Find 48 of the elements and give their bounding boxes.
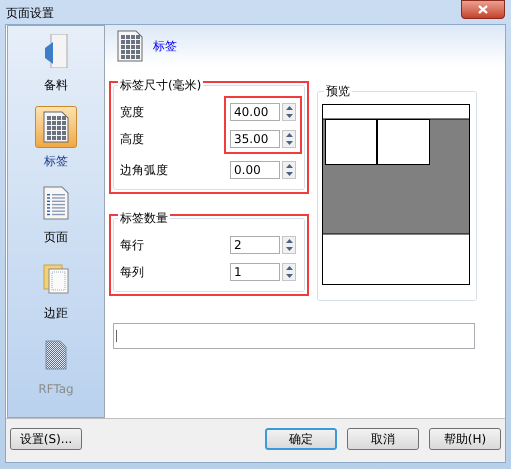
field-label: 每列 (120, 264, 144, 280)
grid-document-icon (43, 111, 69, 143)
up-arrow-icon (286, 266, 292, 270)
group-title: 标签尺寸(毫米) (118, 77, 204, 93)
close-button[interactable] (461, 0, 505, 19)
down-arrow-icon (286, 172, 292, 176)
grid-document-icon (117, 30, 143, 62)
document-icon (43, 186, 69, 220)
checkered-document-icon (45, 340, 67, 370)
field-label: 高度 (120, 130, 144, 148)
page-stack-icon (43, 264, 69, 294)
close-icon (478, 5, 488, 14)
header-title: 标签 (153, 38, 177, 55)
spinner[interactable] (282, 102, 296, 120)
sidebar-item[interactable]: 标签 (21, 106, 91, 176)
spinner[interactable] (282, 160, 296, 178)
down-arrow-icon (286, 274, 292, 278)
number-field[interactable]: 35.00 (230, 130, 280, 148)
window-title: 页面设置 (6, 5, 54, 22)
down-arrow-icon (286, 140, 292, 144)
number-field[interactable]: 2 (230, 236, 280, 254)
field-label: 边角弧度 (120, 162, 168, 178)
spinner[interactable] (282, 262, 296, 280)
dialog-button[interactable]: 设置(S)... (10, 428, 82, 450)
group-title: 标签数量 (118, 210, 170, 226)
down-arrow-icon (286, 114, 292, 118)
field-label: 每行 (120, 236, 144, 254)
group-title: 预览 (324, 83, 352, 99)
sidebar-item[interactable]: 页面 (21, 182, 91, 252)
sidebar-item[interactable]: 边距 (21, 258, 91, 328)
number-field[interactable]: 0.00 (230, 160, 280, 178)
text-cursor (116, 330, 117, 342)
notes-field[interactable] (113, 323, 475, 349)
sidebar-item[interactable]: 备料 (21, 30, 91, 100)
up-arrow-icon (286, 238, 292, 242)
field-label: 宽度 (120, 104, 144, 120)
spinner[interactable] (282, 236, 296, 254)
speaker-icon (43, 34, 69, 68)
up-arrow-icon (286, 106, 292, 110)
dialog-button[interactable]: 帮助(H) (429, 428, 501, 450)
dialog-button[interactable]: 确定 (265, 428, 337, 450)
number-field[interactable]: 1 (230, 262, 280, 280)
dialog-button[interactable]: 取消 (347, 428, 419, 450)
number-field[interactable]: 40.00 (230, 102, 280, 120)
up-arrow-icon (286, 132, 292, 136)
spinner[interactable] (282, 130, 296, 148)
down-arrow-icon (286, 246, 292, 250)
up-arrow-icon (286, 164, 292, 168)
